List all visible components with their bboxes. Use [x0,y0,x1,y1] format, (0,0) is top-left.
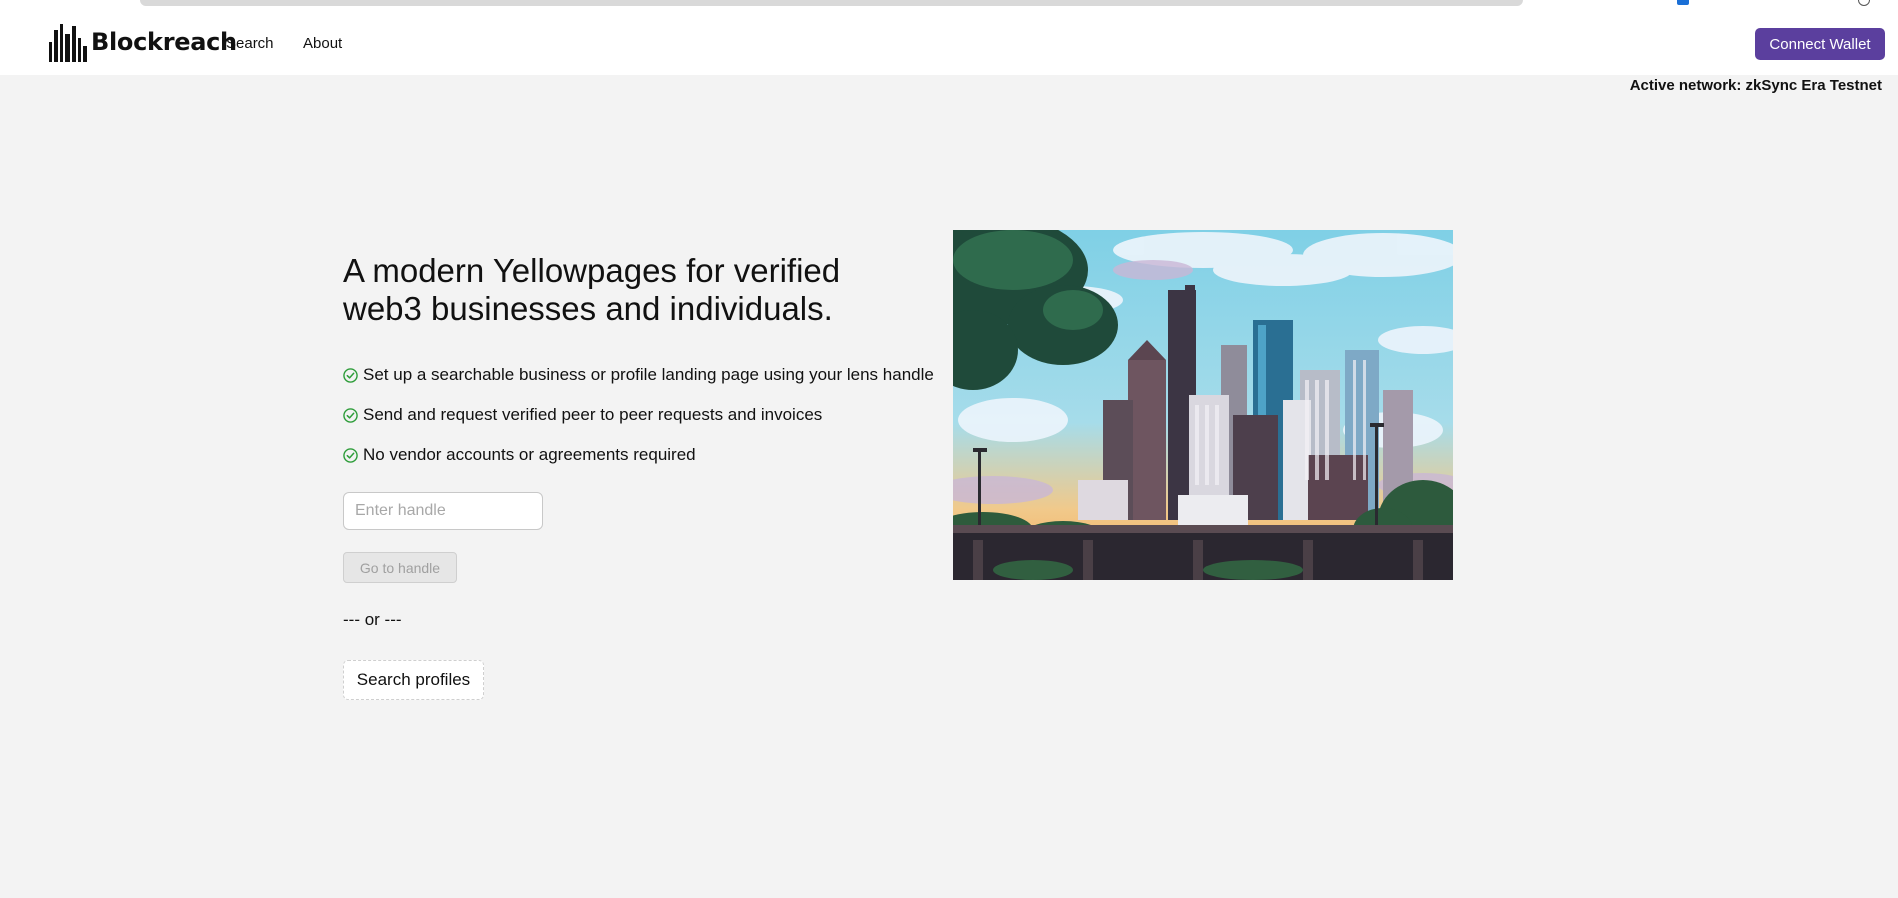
check-circle-icon [343,407,358,423]
feature-item: Set up a searchable business or profile … [343,365,934,385]
address-bar[interactable] [140,0,1523,6]
go-to-handle-button[interactable]: Go to handle [343,552,457,583]
top-navbar: Blockreach Search About Connect Wallet [0,12,1898,75]
connect-wallet-button[interactable]: Connect Wallet [1755,28,1885,60]
search-profiles-button[interactable]: Search profiles [343,660,484,700]
check-circle-icon [343,447,358,463]
city-buildings-icon [49,24,87,62]
feature-text: Send and request verified peer to peer r… [363,405,823,424]
check-circle-icon [343,367,358,383]
feature-text: No vendor accounts or agreements require… [363,445,696,464]
brand-logo[interactable]: Blockreach [49,22,237,62]
nav-about-link[interactable]: About [303,35,342,52]
feature-item: No vendor accounts or agreements require… [343,445,696,465]
handle-input[interactable] [343,492,543,530]
hero-headline: A modern Yellowpages for verified web3 b… [343,252,841,327]
feature-item: Send and request verified peer to peer r… [343,405,822,425]
hero-city-illustration [953,230,1453,580]
brand-name: Blockreach [91,28,237,56]
profile-icon[interactable] [1858,0,1870,6]
feature-text: Set up a searchable business or profile … [363,365,934,384]
nav-search-link[interactable]: Search [226,35,274,52]
extension-icon[interactable] [1677,0,1689,5]
or-separator: --- or --- [343,610,402,629]
active-network-label: Active network: zkSync Era Testnet [1629,77,1882,94]
